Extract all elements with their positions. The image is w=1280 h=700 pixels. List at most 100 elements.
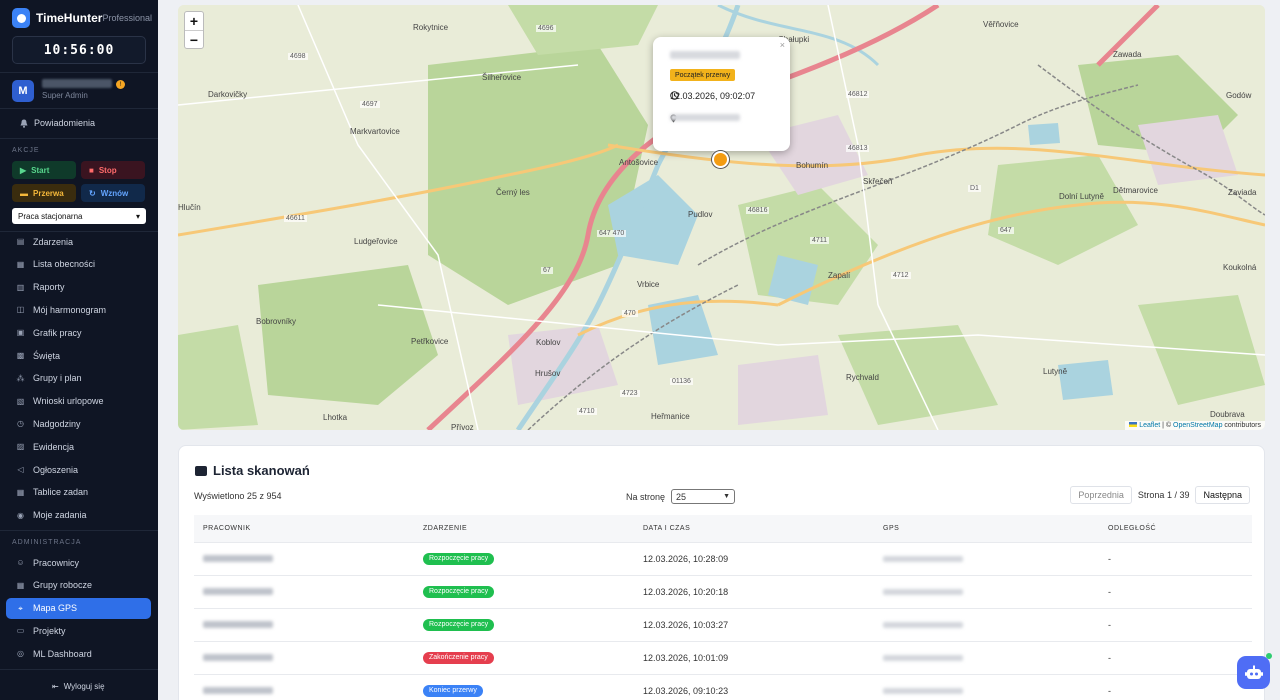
table-row[interactable]: Rozpoczęcie pracy 12.03.2026, 10:20:18 - xyxy=(194,574,1252,608)
play-icon: ▶ xyxy=(20,165,27,175)
report-icon: ▥ xyxy=(16,282,25,292)
map-place-label: Lhotka xyxy=(323,413,348,422)
map-road-number: 4698 xyxy=(288,53,308,60)
zoom-in-button[interactable]: + xyxy=(185,12,203,30)
column-header[interactable]: GPS xyxy=(874,515,1099,542)
divider xyxy=(0,72,158,73)
brand-name: TimeHunter xyxy=(36,11,103,25)
sidebar-item[interactable]: ▧ Wnioski urlopowe xyxy=(6,391,151,412)
resume-button[interactable]: ↻ Wznów xyxy=(81,184,145,202)
leaflet-link[interactable]: Leaflet xyxy=(1139,422,1160,429)
break-button[interactable]: ▬ Przerwa xyxy=(12,184,76,202)
start-button[interactable]: ▶ Start xyxy=(12,161,76,179)
popup-datetime: 12.03.2026, 09:02:07 xyxy=(670,91,755,101)
sidebar-item[interactable]: ▣ Grafik pracy xyxy=(6,322,151,343)
event-cell: Rozpoczęcie pracy xyxy=(414,574,634,608)
sidebar-item[interactable]: ▤ Zdarzenia xyxy=(6,231,151,252)
map-place-label: Darkovičky xyxy=(208,90,248,99)
sidebar-item-label: Nadgodziny xyxy=(33,418,81,429)
sidebar-item[interactable]: ▦ Lista obecności xyxy=(6,254,151,275)
map-road-number: 647 xyxy=(998,227,1014,234)
scans-table: PRACOWNIK ZDARZENIE DATA I CZAS GPS ODLEGŁOŚ… xyxy=(194,515,1252,700)
sidebar-item[interactable]: ⁂ Grupy i plan xyxy=(6,368,151,389)
sidebar-item[interactable]: ◁ Ogłoszenia xyxy=(6,459,151,480)
user-profile[interactable]: M ! Super Admin xyxy=(12,79,152,102)
map-marker[interactable] xyxy=(712,151,729,168)
table-row[interactable]: Zakończenie pracy 12.03.2026, 10:01:09 - xyxy=(194,640,1252,674)
distance-cell: - xyxy=(1099,574,1252,608)
popup-gps xyxy=(670,114,740,123)
employee-cell xyxy=(194,673,414,700)
sidebar-item[interactable]: ▩ Święta xyxy=(6,345,151,366)
next-page-button[interactable]: Następna xyxy=(1195,486,1250,504)
schedule-icon: ◫ xyxy=(16,305,25,315)
sidebar-item-label: Zdarzenia xyxy=(33,236,74,247)
online-status-dot xyxy=(1266,653,1272,659)
refresh-icon: ↻ xyxy=(89,188,96,198)
chatbot-button[interactable] xyxy=(1237,656,1270,689)
distance-cell: - xyxy=(1099,607,1252,641)
sidebar-admin-item[interactable]: ⌖ Mapa GPS xyxy=(6,597,151,619)
gps-cell xyxy=(874,607,1099,641)
datetime-cell: 12.03.2026, 10:20:18 xyxy=(634,574,874,608)
brand[interactable]: TimeHunter Professional xyxy=(12,8,152,28)
column-header[interactable]: DATA I CZAS xyxy=(634,515,874,542)
sidebar-item[interactable]: ◫ Mój harmonogram xyxy=(6,299,151,320)
map-road-number: 46813 xyxy=(846,145,870,152)
stop-icon: ■ xyxy=(89,165,94,175)
popup-close-button[interactable]: × xyxy=(780,40,785,50)
notifications-link[interactable]: Powiadomienia xyxy=(20,118,95,128)
pagination: Poprzednia Strona 1 / 39 Następna xyxy=(1070,486,1250,504)
column-header[interactable]: ZDARZENIE xyxy=(414,515,634,542)
distance-cell: - xyxy=(1099,541,1252,575)
prev-page-button[interactable]: Poprzednia xyxy=(1070,486,1132,504)
event-badge: Zakończenie pracy xyxy=(423,652,494,664)
sidebar-item-label: Grupy robocze xyxy=(33,580,93,591)
column-header[interactable]: PRACOWNIK xyxy=(194,515,414,542)
popup-datetime-text: 12.03.2026, 09:02:07 xyxy=(670,91,756,101)
sidebar-item-label: Raporty xyxy=(33,282,65,293)
map-place-label: Koblov xyxy=(536,338,561,347)
sidebar-item[interactable]: ◉ Moje zadania xyxy=(6,505,151,526)
distance-cell: - xyxy=(1099,640,1252,674)
column-header[interactable]: ODLEGŁOŚĆ xyxy=(1099,515,1252,542)
zoom-out-button[interactable]: − xyxy=(185,30,203,48)
per-page-select[interactable]: 25 ▼ xyxy=(671,489,736,504)
gps-map[interactable]: Šilheřovice Darkovičky Markvartovice Černý … xyxy=(178,5,1265,430)
sidebar-item-label: Mój harmonogram xyxy=(33,304,107,315)
start-label: Start xyxy=(31,165,50,175)
sidebar-item-label: Ewidencja xyxy=(33,441,75,452)
megaphone-icon: ◁ xyxy=(17,465,24,474)
divider xyxy=(0,108,158,109)
zoom-control: + − xyxy=(184,11,204,49)
map-place-label: Dolní Lutyně xyxy=(1059,192,1104,201)
map-place-label: Bobrovníky xyxy=(256,317,297,326)
popup-employee-redacted xyxy=(670,51,740,59)
sidebar-admin-item[interactable]: ◎ ML Dashboard xyxy=(6,643,151,664)
gps-cell xyxy=(874,640,1099,674)
event-cell: Rozpoczęcie pracy xyxy=(414,541,634,575)
sidebar-item[interactable]: ▥ Raporty xyxy=(6,277,151,298)
stop-button[interactable]: ■ Stop xyxy=(81,161,145,179)
table-row[interactable]: Rozpoczęcie pracy 12.03.2026, 10:03:27 - xyxy=(194,607,1252,641)
table-row[interactable]: Koniec przerwy 12.03.2026, 09:10:23 - xyxy=(194,673,1252,700)
list-icon xyxy=(195,465,207,476)
sidebar-admin-item[interactable]: ▭ Projekty xyxy=(6,620,151,641)
map-place-label: Vrbice xyxy=(637,280,660,289)
map-road-number: 46611 xyxy=(284,215,307,222)
map-place-label: Ludgeřovice xyxy=(354,237,398,246)
gps-redacted xyxy=(883,621,963,628)
sidebar-item-label: Święta xyxy=(33,350,61,361)
table-row[interactable]: Rozpoczęcie pracy 12.03.2026, 10:28:09 - xyxy=(194,541,1252,575)
sidebar-item[interactable]: ◷ Nadgodziny xyxy=(6,413,151,434)
sidebar-item[interactable]: ▦ Tablice zadan xyxy=(6,482,151,503)
logout-button[interactable]: ⇤ Wyloguj się xyxy=(52,682,105,691)
sidebar-item[interactable]: ▨ Ewidencja xyxy=(6,436,151,457)
map-place-label: Bohumín xyxy=(796,161,829,170)
osm-link[interactable]: OpenStreetMap xyxy=(1173,422,1222,429)
attribution-suffix: contributors xyxy=(1222,422,1261,429)
map-place-label: Skřečoň xyxy=(863,177,893,186)
sidebar-admin-item[interactable]: ▦ Grupy robocze xyxy=(6,575,151,596)
sidebar-admin-item[interactable]: ☺ Pracownicy xyxy=(6,552,151,573)
work-mode-select[interactable]: Praca stacjonarna ▾ xyxy=(12,208,146,224)
